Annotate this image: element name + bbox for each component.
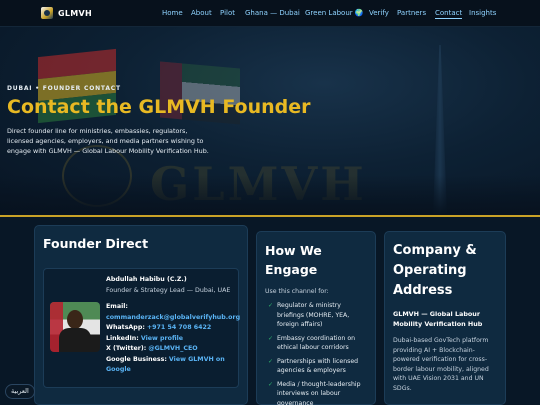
founder-avatar bbox=[50, 302, 100, 352]
founder-direct-card: Founder Direct Abdullah Habibu (C.Z.) Fo… bbox=[34, 225, 248, 405]
engage-list: ✓ Regulator & ministry briefings (MOHRE, … bbox=[265, 301, 367, 405]
nav-item-pilot[interactable]: Pilot bbox=[220, 9, 235, 17]
email-link[interactable]: commanderzack@globalverifyhub.org bbox=[106, 314, 240, 321]
check-icon: ✓ bbox=[268, 302, 274, 309]
how-we-engage-card: How We Engage Use this channel for: ✓ Reg… bbox=[256, 231, 376, 405]
check-icon: ✓ bbox=[268, 334, 274, 342]
nav-menu: Home About Pilot Ghana — Dubai Green Lab… bbox=[0, 9, 540, 21]
engage-item-text: Partnerships with licensed agencies & em… bbox=[277, 357, 359, 375]
founder-card-title: Founder Direct bbox=[43, 236, 149, 251]
city-skyline-shade bbox=[0, 175, 540, 215]
page-title: Contact the GLMVH Founder bbox=[7, 96, 311, 118]
engage-item-text: Embassy coordination on ethical labour c… bbox=[277, 334, 356, 352]
nav-item-home[interactable]: Home bbox=[162, 9, 183, 17]
nav-item-green-labour[interactable]: Green Labour 🌍 bbox=[305, 9, 364, 17]
avatar-body bbox=[59, 328, 91, 352]
nav-item-partners[interactable]: Partners bbox=[397, 9, 426, 17]
google-label: Google Business: bbox=[106, 355, 167, 363]
company-card-title: Company & Operating Address bbox=[393, 243, 477, 298]
top-navbar: GLMVH Home About Pilot Ghana — Dubai Gre… bbox=[0, 0, 540, 27]
nav-item-ghana-dubai[interactable]: Ghana — Dubai bbox=[245, 9, 300, 17]
linkedin-link[interactable]: View profile bbox=[141, 335, 183, 342]
founder-profile: Abdullah Habibu (C.Z.) Founder & Strateg… bbox=[43, 268, 240, 388]
language-toggle-button[interactable]: العربية bbox=[5, 384, 35, 399]
nav-item-insights[interactable]: Insights bbox=[469, 9, 496, 17]
contact-section: Founder Direct Abdullah Habibu (C.Z.) Fo… bbox=[0, 217, 540, 405]
x-link[interactable]: @GLMVH_CEO bbox=[148, 345, 197, 352]
hero-banner: GLMVH DUBAI • FOUNDER CONTACT Contact th… bbox=[0, 27, 540, 215]
list-item: ✓ Partnerships with licensed agencies & e… bbox=[265, 357, 367, 376]
hero-eyebrow: DUBAI • FOUNDER CONTACT bbox=[7, 85, 121, 92]
hero-description: Direct founder line for ministries, emba… bbox=[7, 127, 209, 155]
check-icon: ✓ bbox=[268, 380, 274, 388]
founder-name: Abdullah Habibu (C.Z.) bbox=[106, 276, 187, 283]
founder-info: Abdullah Habibu (C.Z.) Founder & Strateg… bbox=[106, 275, 240, 376]
whatsapp-label: WhatsApp: bbox=[106, 324, 145, 331]
linkedin-label: LinkedIn: bbox=[106, 334, 139, 342]
company-org-name: GLMVH — Global Labour Mobility Verificat… bbox=[393, 310, 483, 328]
email-label: Email: bbox=[106, 303, 128, 310]
nav-item-about[interactable]: About bbox=[191, 9, 212, 17]
avatar-head bbox=[67, 310, 83, 329]
list-item: ✓ Embassy coordination on ethical labour … bbox=[265, 334, 367, 353]
company-description: Dubai-based GovTech platform providing A… bbox=[393, 337, 489, 392]
list-item: ✓ Media / thought-leadership interviews o… bbox=[265, 380, 367, 405]
engage-item-text: Media / thought-leadership interviews on… bbox=[277, 380, 361, 405]
check-icon: ✓ bbox=[268, 357, 274, 365]
founder-role: Founder & Strategy Lead — Dubai, UAE bbox=[106, 286, 231, 294]
engage-intro: Use this channel for: bbox=[265, 288, 329, 295]
engage-card-title: How We Engage bbox=[265, 243, 322, 277]
company-address-card: Company & Operating Address GLMVH — Glob… bbox=[384, 231, 506, 405]
nav-item-verify[interactable]: Verify bbox=[369, 9, 389, 17]
engage-item-text: Regulator & ministry briefings (MOHRE, Y… bbox=[277, 302, 350, 328]
x-label: X (Twitter): bbox=[106, 345, 147, 352]
whatsapp-link[interactable]: +971 54 708 6422 bbox=[147, 324, 211, 331]
nav-item-contact[interactable]: Contact bbox=[435, 9, 463, 19]
list-item: ✓ Regulator & ministry briefings (MOHRE, … bbox=[265, 301, 367, 330]
